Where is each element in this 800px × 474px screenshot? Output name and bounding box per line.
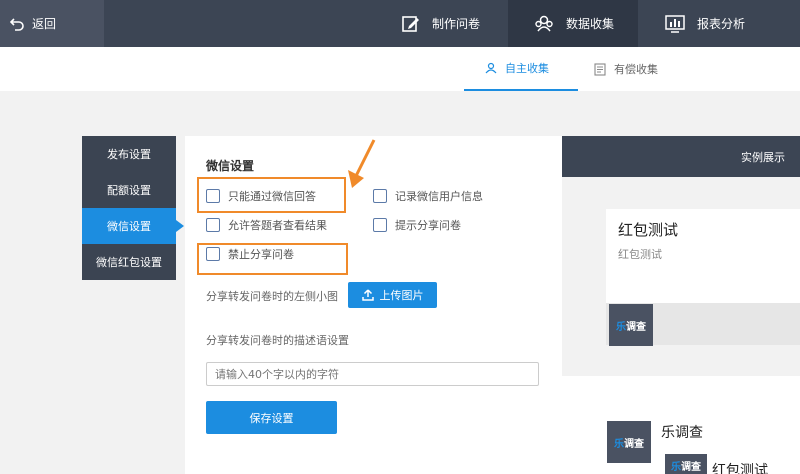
upload-label: 上传图片 — [379, 289, 424, 302]
option-record-wechat-user[interactable]: 记录微信用户信息 — [373, 188, 483, 204]
back-button[interactable]: 返回 — [0, 0, 104, 47]
card-subtitle: 红包测试 — [618, 248, 662, 261]
tab-report-analysis[interactable]: 报表分析 — [665, 0, 745, 47]
sidebar-item-wechat[interactable]: 微信设置 — [82, 208, 184, 244]
logo-text-1: 乐 — [614, 438, 624, 450]
chat-sender-name: 乐调查 — [661, 425, 703, 441]
tab-data-collection-label: 数据收集 — [566, 17, 615, 31]
checkbox[interactable] — [206, 218, 220, 232]
thumbnail-label: 分享转发问卷时的左侧小图 — [206, 290, 338, 303]
sub-nav-bar: 自主收集 有偿收集 — [0, 47, 800, 91]
sidebar-item-wechat-redpacket[interactable]: 微信红包设置 — [82, 244, 176, 280]
upload-icon — [361, 289, 374, 301]
logo-icon: 乐调查 — [607, 421, 651, 463]
edit-icon — [402, 15, 419, 32]
option-allow-view-results[interactable]: 允许答题者查看结果 — [206, 217, 327, 233]
tab-make-survey-label: 制作问卷 — [432, 17, 481, 31]
highlight-box — [197, 177, 346, 213]
tab-paid-collection-label: 有偿收集 — [614, 63, 658, 76]
users-icon — [535, 15, 553, 31]
annotation-arrow-icon — [348, 139, 376, 188]
document-icon — [594, 62, 606, 76]
card-title: 红包测试 — [618, 221, 679, 239]
tab-report-analysis-label: 报表分析 — [697, 17, 746, 31]
sidebar-item-label: 发布设置 — [107, 148, 151, 161]
option-prompt-share[interactable]: 提示分享问卷 — [373, 217, 461, 233]
settings-sidebar: 发布设置 配额设置 微信设置 微信红包设置 — [82, 136, 184, 280]
logo-text-2: 调查 — [626, 321, 646, 333]
tab-paid-collection[interactable]: 有偿收集 — [594, 47, 658, 91]
logo-icon: 乐调查 — [665, 454, 707, 474]
user-icon — [485, 62, 497, 74]
tab-self-collection-label: 自主收集 — [505, 62, 549, 75]
logo-text-2: 调查 — [681, 461, 701, 473]
description-input[interactable] — [206, 362, 539, 386]
tab-make-survey[interactable]: 制作问卷 — [402, 0, 480, 47]
logo-text-2: 调查 — [624, 438, 644, 450]
sidebar-item-label: 配额设置 — [107, 184, 151, 197]
description-label: 分享转发问卷时的描述语设置 — [206, 334, 349, 347]
panel-title: 微信设置 — [206, 159, 255, 173]
tab-self-collection[interactable]: 自主收集 — [464, 47, 578, 91]
option-label: 记录微信用户信息 — [395, 190, 483, 203]
option-label: 提示分享问卷 — [395, 219, 461, 232]
logo-icon: 乐调查 — [609, 304, 653, 346]
sidebar-item-quota[interactable]: 配额设置 — [82, 172, 176, 208]
chart-icon — [665, 14, 685, 33]
back-arrow-icon — [10, 17, 24, 31]
share-card-preview: 红包测试 红包测试 乐调查 — [606, 209, 800, 346]
preview-panel: 实例展示 红包测试 红包测试 乐调查 乐调查 乐调查 乐调查 红包测试 — [562, 136, 800, 474]
preview-header: 实例展示 — [562, 136, 800, 177]
sidebar-item-label: 微信红包设置 — [96, 256, 162, 269]
tab-data-collection[interactable]: 数据收集 — [508, 0, 638, 47]
sidebar-item-label: 微信设置 — [107, 220, 151, 233]
sidebar-item-publish[interactable]: 发布设置 — [82, 136, 176, 172]
logo-text-1: 乐 — [616, 321, 626, 333]
checkbox[interactable] — [373, 218, 387, 232]
chat-message-title: 红包测试 — [712, 463, 768, 474]
logo-text-1: 乐 — [671, 461, 681, 473]
top-nav-bar: 返回 制作问卷 数据收集 报表分析 — [0, 0, 800, 47]
upload-image-button[interactable]: 上传图片 — [348, 282, 437, 308]
back-label: 返回 — [32, 17, 57, 31]
option-label: 允许答题者查看结果 — [228, 219, 327, 232]
highlight-box — [197, 243, 348, 275]
chat-preview: 乐调查 乐调查 乐调查 红包测试 — [562, 376, 800, 474]
save-settings-button[interactable]: 保存设置 — [206, 401, 337, 434]
